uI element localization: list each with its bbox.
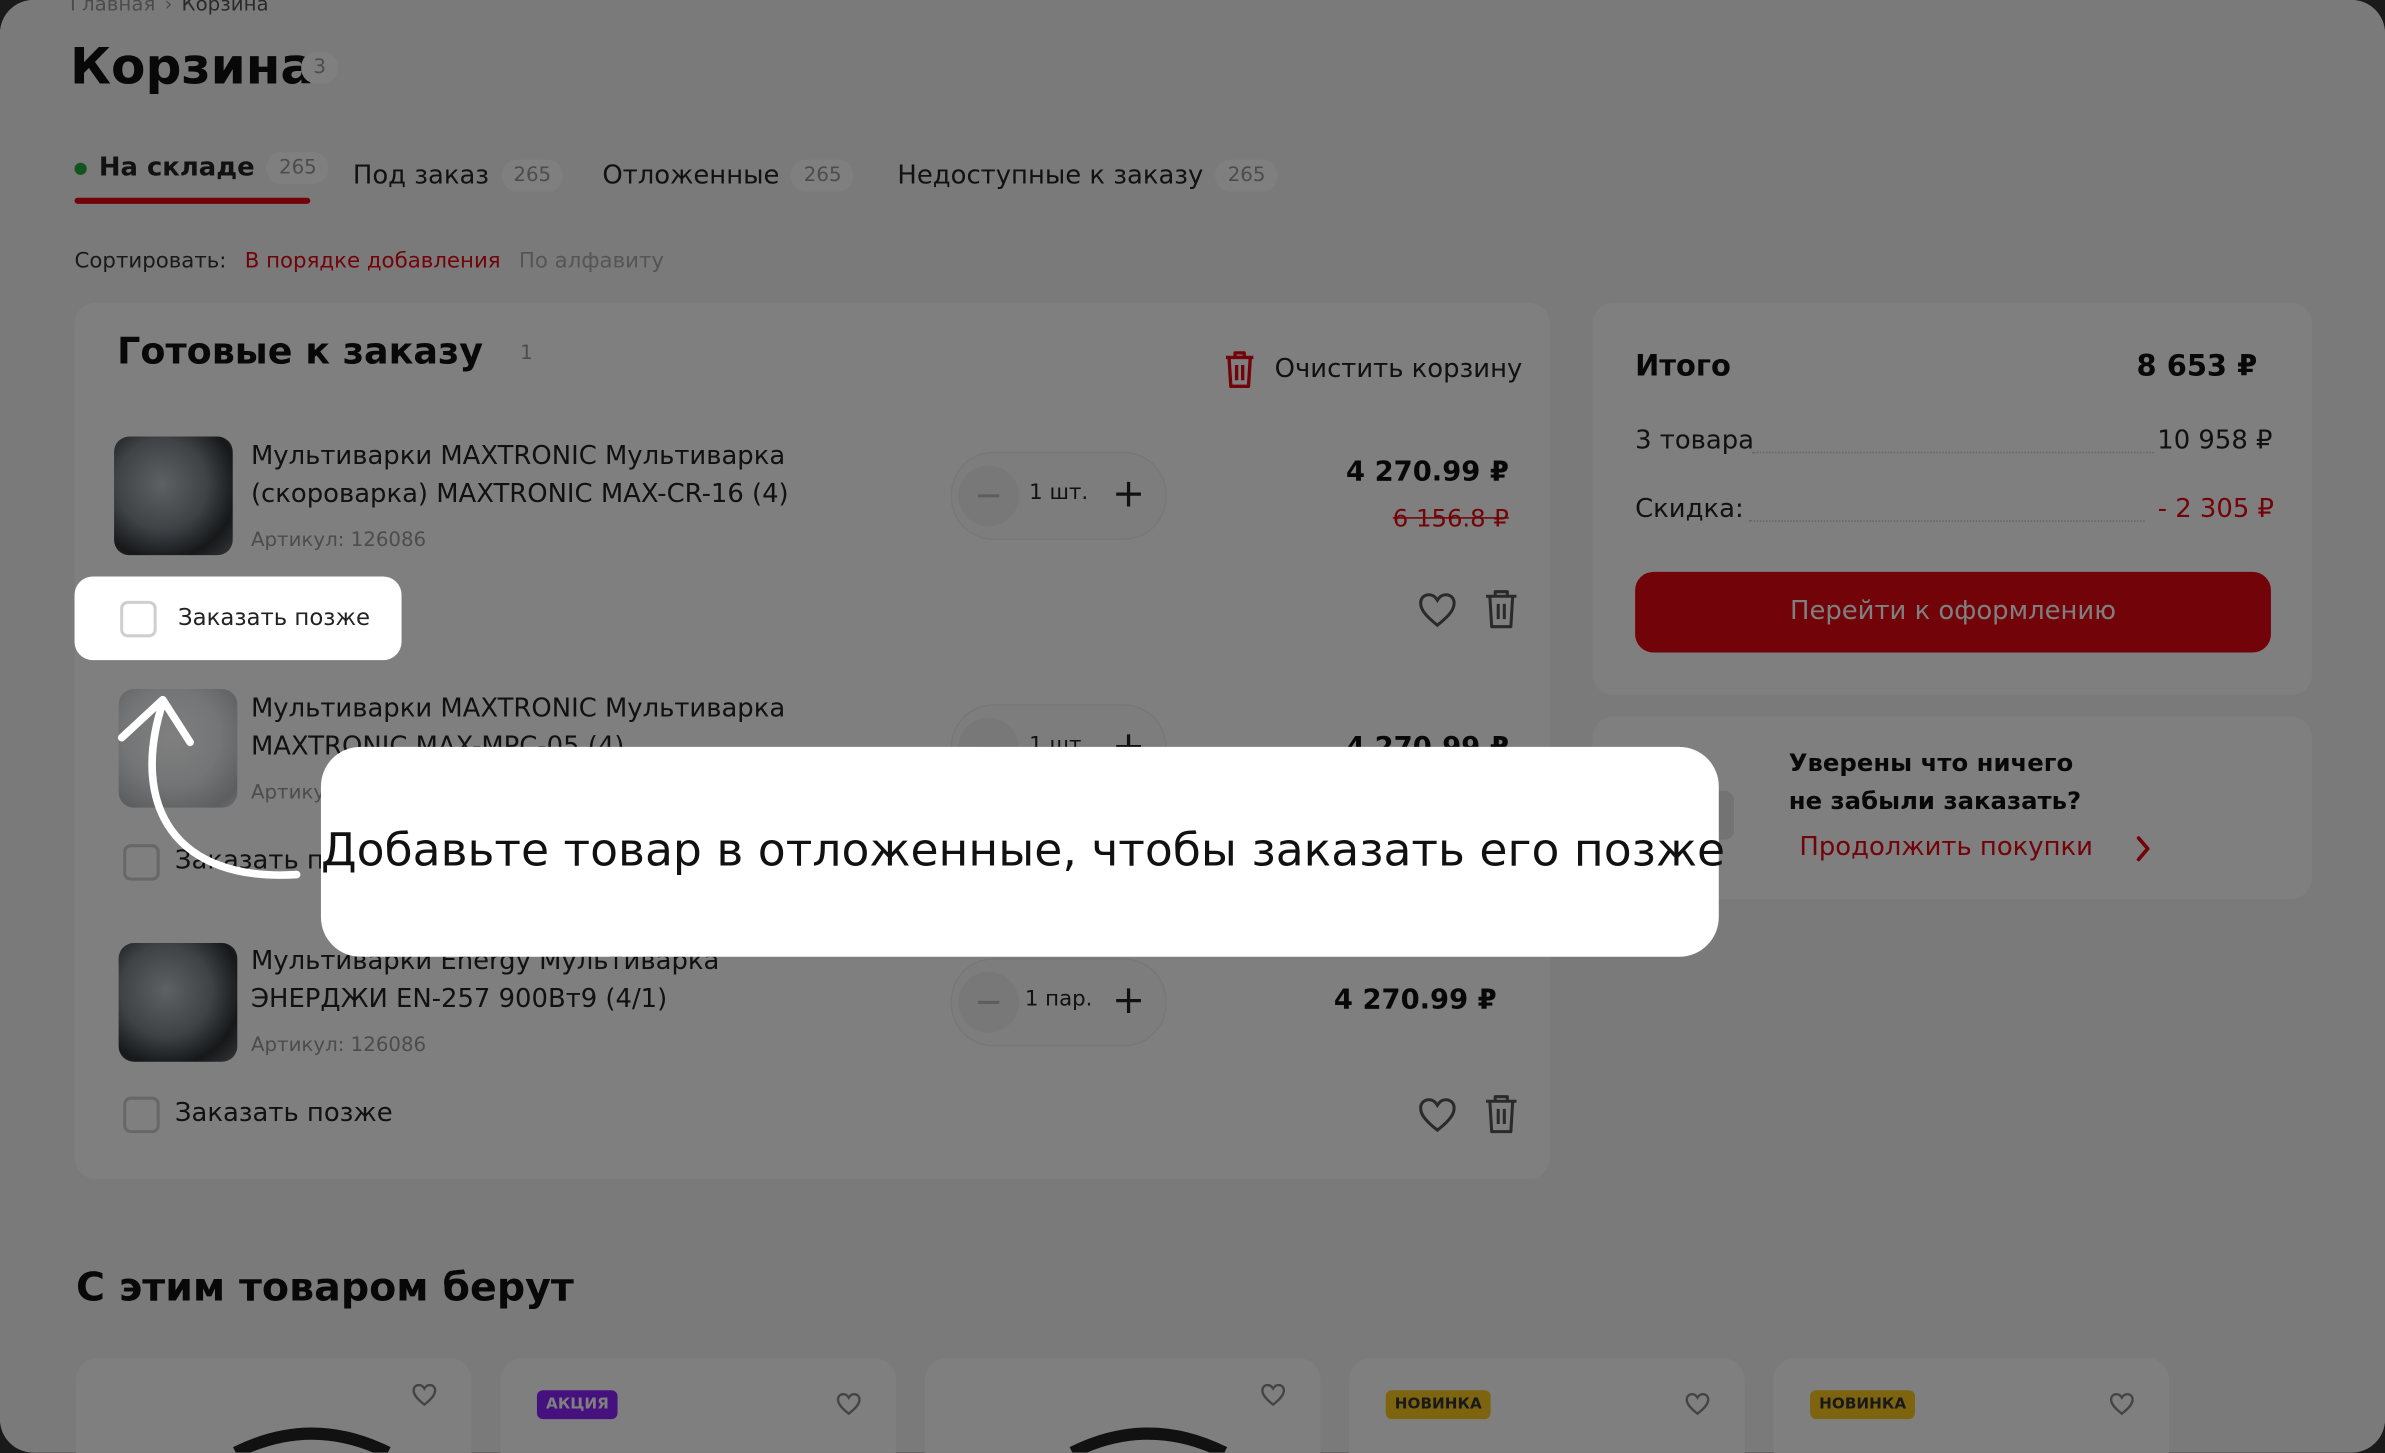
order-later-label: Заказать позже — [177, 603, 371, 632]
screen: Главная›Корзина Корзина 3 На складе265 П… — [0, 0, 2385, 1453]
cart-page: Главная›Корзина Корзина 3 На складе265 П… — [0, 0, 2385, 1453]
onboarding-tooltip: Добавьте товар в отложенные, чтобы заказ… — [320, 746, 1725, 957]
order-later-checkbox[interactable] — [120, 600, 157, 638]
onboarding-overlay[interactable] — [0, 0, 2385, 1453]
curved-arrow-icon — [117, 695, 301, 879]
